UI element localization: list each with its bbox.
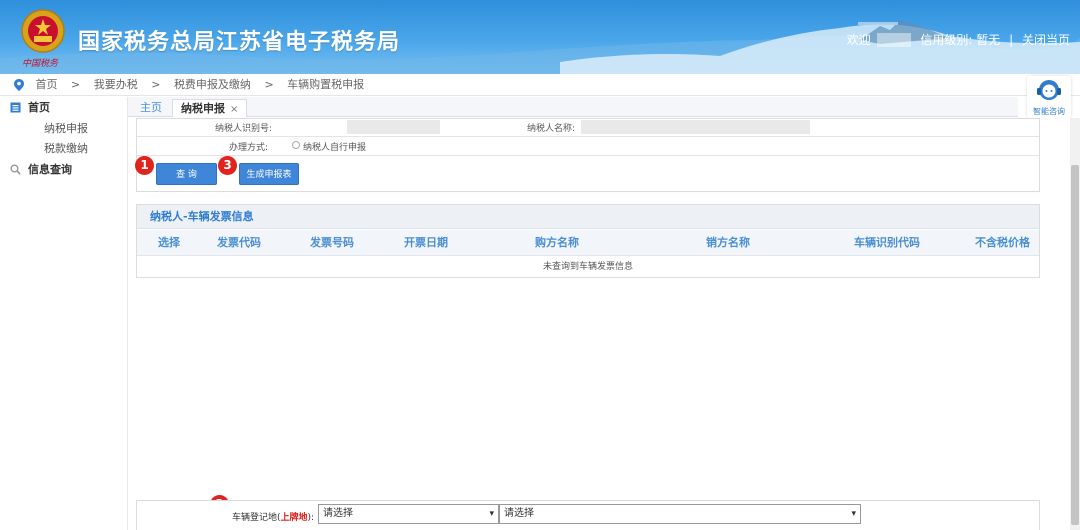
emblem-caption: 中国税务 [22,59,59,69]
taxpayer-id-value [347,120,440,134]
home-icon [10,102,21,113]
sidebar-item-info-query[interactable]: 信息查询 [0,160,127,180]
registration-province-select[interactable]: 请选择 ▾ [318,504,499,524]
user-area: 欢迎 信用级别: 暂无 | 关闭当页 [847,31,1070,48]
close-page-link[interactable]: 关闭当页 [1022,31,1070,48]
col-invoice-number: 发票号码 [310,236,354,249]
tab-na-shui-shen-bao[interactable]: 纳税申报 × [172,99,248,117]
chevron-down-icon: ▾ [489,509,494,519]
site-header: 中国税务 国家税务总局江苏省电子税务局 欢迎 信用级别: 暂无 | 关闭当页 [0,0,1080,74]
sidebar-item-na-shui-shen-bao[interactable]: 纳税申报 [0,119,127,139]
sidebar: 首页 纳税申报 税款缴纳 信息查询 [0,97,128,530]
chevron-down-icon: ▾ [851,509,856,519]
invoice-table-title: 纳税人-车辆发票信息 [137,205,1039,229]
smart-consult-label: 智能咨询 [1033,107,1065,116]
sidebar-item-home[interactable]: 首页 [0,98,127,118]
tab-close-icon[interactable]: × [230,104,238,115]
tab-label: 纳税申报 [181,102,225,115]
credit-label: 信用级别: [920,33,973,47]
user-name-masked [876,32,911,47]
sidebar-info-query-label: 信息查询 [28,163,72,176]
breadcrumb-current: 车辆购置税申报 [287,78,365,91]
method-label: 办理方式: [229,143,269,153]
invoice-table-header: 选择 发票代码 发票号码 开票日期 购方名称 销方名称 车辆识别代码 不含税价格 [137,230,1039,256]
sidebar-item-shui-kuan-jiao-na[interactable]: 税款缴纳 [0,139,127,159]
tab-bar: 主页 纳税申报 × [128,97,1018,117]
step-badge-1: 1 [135,156,154,175]
taxpayer-name-value [581,120,810,134]
breadcrumb-separator: > [151,78,161,91]
invoice-empty-message: 未查询到车辆发票信息 [542,262,633,272]
col-vin: 车辆识别代码 [854,236,920,249]
breadcrumb-separator: > [264,78,274,91]
invoice-table: 纳税人-车辆发票信息 选择 发票代码 发票号码 开票日期 购方名称 销方名称 车… [136,204,1040,278]
divider: | [1009,32,1014,47]
taxpayer-name-label: 纳税人名称: [527,124,576,134]
headset-icon [1037,80,1061,100]
step-badge-3: 3 [218,156,237,175]
query-button[interactable]: 查 询 [156,163,217,185]
sidebar-home-label: 首页 [28,101,50,114]
search-icon [10,164,21,175]
registration-label-highlight: 上牌地 [280,513,308,523]
province-select-value: 请选择 [323,508,353,519]
registration-label: 车辆登记地(上牌地): [232,510,314,523]
registration-city-select[interactable]: 请选择 ▾ [499,504,861,524]
form-divider-2 [137,155,1039,156]
city-select-value: 请选择 [504,508,534,519]
self-declare-radio[interactable] [292,141,300,149]
col-select: 选择 [158,236,180,249]
site-title: 国家税务总局江苏省电子税务局 [78,30,401,55]
breadcrumb-home[interactable]: 首页 [36,78,58,91]
self-declare-radio-label: 纳税人自行申报 [303,143,367,153]
breadcrumb-shui-fei-shen-bao[interactable]: 税费申报及缴纳 [174,78,251,91]
registration-label-suffix: ): [307,513,315,523]
welcome-text: 欢迎 [846,33,871,47]
tab-home[interactable]: 主页 [132,99,170,117]
smart-consult-button[interactable]: 智能咨询 [1027,76,1071,118]
breadcrumb-separator: > [71,78,81,91]
form-divider [137,136,1039,137]
registration-label-prefix: 车辆登记地( [232,513,281,523]
col-buyer-name: 购方名称 [535,236,579,249]
col-seller-name: 销方名称 [706,236,750,249]
col-issue-date: 开票日期 [404,236,448,249]
taxpayer-id-label: 纳税人识别号: [215,124,273,134]
location-pin-icon [14,79,24,91]
col-price-excl-tax: 不含税价格 [975,236,1030,249]
tax-emblem-icon [21,9,65,53]
generate-declaration-button[interactable]: 生成申报表 [239,163,299,185]
breadcrumb-wo-yao-ban-shui[interactable]: 我要办税 [94,78,138,91]
registration-bar: 车辆登记地(上牌地): 请选择 ▾ 请选择 ▾ [136,500,1040,530]
breadcrumb: 首页 > 我要办税 > 税费申报及缴纳 > 车辆购置税申报 [0,74,1080,96]
col-invoice-code: 发票代码 [217,236,261,249]
credit-value: 暂无 [976,33,1001,47]
scrollbar-thumb[interactable] [1071,165,1079,525]
